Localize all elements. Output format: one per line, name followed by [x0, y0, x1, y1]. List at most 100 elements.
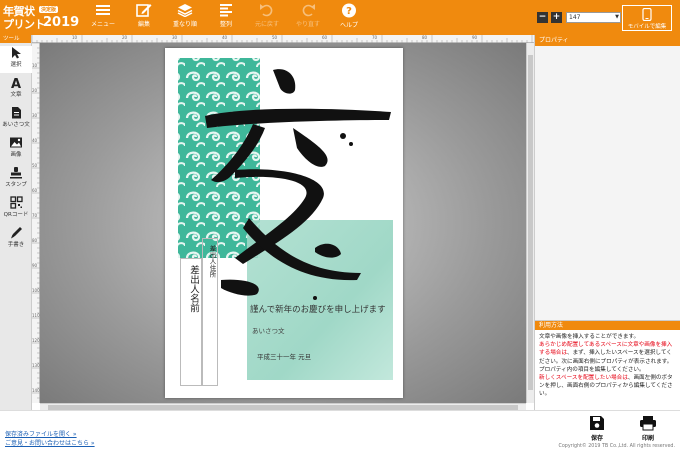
- tool-label: スタンプ: [5, 182, 27, 188]
- align-label: 整列: [219, 21, 232, 28]
- undo-button[interactable]: 元に戻す: [250, 3, 284, 33]
- contact-link[interactable]: ご意見・お問い合わせはこちら »: [5, 438, 95, 447]
- logo-line2: プリント: [3, 18, 46, 31]
- ruler-tick: 10: [72, 35, 78, 40]
- footer: 保存済みファイルを開く » ご意見・お問い合わせはこちら » 保存 印刷 Cop…: [0, 410, 680, 450]
- layers-button[interactable]: 重なり順: [168, 3, 202, 33]
- ruler-tick: 90: [32, 263, 38, 268]
- ruler-tick: 100: [32, 288, 40, 293]
- ruler-tick: 30: [172, 35, 178, 40]
- usage-header: 利用方法: [535, 320, 680, 330]
- layers-icon: [177, 4, 193, 17]
- ruler-tick: 80: [32, 238, 38, 243]
- app-logo: 年賀状 決定版 プリント 2019: [3, 3, 79, 31]
- zoom-in-button[interactable]: +: [551, 12, 562, 23]
- usage-line: 文章や画像を挿入することができます。: [539, 334, 640, 340]
- save-button[interactable]: 保存: [583, 415, 611, 442]
- tool-label: 画像: [10, 152, 22, 158]
- hamburger-icon: [96, 5, 110, 15]
- undo-label: 元に戻す: [254, 21, 279, 28]
- greeting-text[interactable]: 謹んで新年のお慶びを申し上げます: [250, 303, 386, 315]
- tool-label: QRコード: [3, 212, 29, 218]
- tool-greeting[interactable]: あいさつ文: [0, 106, 32, 133]
- scroll-thumb[interactable]: [528, 55, 533, 390]
- ruler-tick: 70: [372, 35, 378, 40]
- help-icon: ?: [342, 3, 356, 18]
- tool-handwriting[interactable]: 手書き: [0, 226, 32, 253]
- vertical-scrollbar[interactable]: [526, 43, 534, 403]
- sender-name: 差出人名前: [188, 265, 199, 313]
- tool-stamp[interactable]: スタンプ: [0, 166, 32, 193]
- tool-text[interactable]: A 文章: [0, 76, 32, 103]
- sender-name-box[interactable]: 差出人名前: [180, 258, 202, 386]
- logo-badge: 決定版: [39, 6, 59, 13]
- date-text[interactable]: 平成三十一年 元旦: [257, 351, 311, 361]
- mobile-edit-button[interactable]: モバイルで編集: [622, 5, 672, 31]
- tool-panel: ツール 選択 A 文章 あいさつ文 画像 スタンプ QRコード 手書き: [0, 35, 32, 410]
- menu-label: メニュー: [90, 21, 115, 28]
- logo-year: 2019: [43, 15, 80, 30]
- ruler-tick: 140: [32, 388, 40, 393]
- stamp-icon: [10, 167, 22, 179]
- edit-button[interactable]: 編集: [127, 3, 161, 33]
- ruler-tick: 70: [32, 213, 38, 218]
- ruler-horizontal: 10 20 30 40 50 60 70 80 90: [32, 35, 534, 43]
- tool-image[interactable]: 画像: [0, 136, 32, 163]
- tool-qrcode[interactable]: QRコード: [0, 196, 32, 223]
- svg-text:?: ?: [346, 6, 352, 17]
- redo-icon: [302, 4, 315, 17]
- ruler-tick: 50: [32, 163, 38, 168]
- ruler-tick: 110: [32, 313, 40, 318]
- tool-panel-header: ツール: [0, 35, 31, 43]
- save-icon: [590, 416, 604, 430]
- print-label: 印刷: [641, 435, 654, 442]
- tool-select[interactable]: 選択: [0, 46, 32, 73]
- usage-highlight: 新しくスペースを配置したい場合は: [539, 375, 628, 382]
- properties-header: プロパティ: [535, 35, 680, 46]
- edit-icon: [136, 4, 152, 17]
- menu-button[interactable]: メニュー: [86, 3, 120, 33]
- sender-address-box[interactable]: 差出人住所: [202, 238, 218, 386]
- ruler-vertical: 10 20 30 40 50 60 70 80 90 100 110 120 1…: [32, 43, 40, 403]
- ruler-tick: 40: [32, 138, 38, 143]
- text-icon: A: [11, 77, 21, 89]
- ruler-tick: 130: [32, 363, 40, 368]
- zoom-out-button[interactable]: −: [537, 12, 548, 23]
- edit-label: 編集: [137, 21, 150, 28]
- ruler-tick: 50: [272, 35, 278, 40]
- postcard[interactable]: 差出人名前 差出人住所 謹んで新年のお慶びを申し上げます あいさつ文 平成三十一…: [165, 48, 403, 398]
- sender-address: 差出人住所: [208, 245, 216, 278]
- save-label: 保存: [590, 435, 603, 442]
- ruler-tick: 20: [32, 88, 38, 93]
- tool-label: 手書き: [7, 242, 25, 248]
- pen-icon: [10, 227, 22, 239]
- svg-text:A: A: [11, 77, 21, 89]
- ruler-tick: 30: [32, 113, 38, 118]
- help-button[interactable]: ? ヘルプ: [332, 3, 366, 33]
- ruler-tick: 80: [422, 35, 428, 40]
- copyright-text: Copyright© 2019 TB Co.,Ltd. All rights r…: [558, 444, 675, 449]
- zoom-select[interactable]: 147 ▼: [566, 12, 621, 23]
- ruler-tick: 60: [322, 35, 328, 40]
- redo-button[interactable]: やり直す: [291, 3, 325, 33]
- image-icon: [10, 137, 22, 148]
- tool-label: あいさつ文: [2, 122, 30, 128]
- tool-label: 文章: [10, 92, 22, 98]
- help-label: ヘルプ: [339, 22, 358, 29]
- chevron-down-icon: ▼: [615, 14, 619, 20]
- greeting-placeholder[interactable]: あいさつ文: [252, 325, 285, 335]
- properties-body: [535, 46, 680, 320]
- open-saved-file-link[interactable]: 保存済みファイルを開く »: [5, 429, 77, 438]
- ruler-tick: 60: [32, 188, 38, 193]
- print-button[interactable]: 印刷: [634, 415, 662, 442]
- properties-panel: プロパティ 利用方法 文章や画像を挿入することができます。 あらかじめ配置してあ…: [534, 35, 680, 410]
- ruler-tick: 40: [222, 35, 228, 40]
- greeting-doc-icon: [12, 107, 21, 119]
- tool-label: 選択: [10, 62, 22, 68]
- undo-icon: [260, 4, 273, 17]
- cursor-icon: [12, 47, 21, 59]
- align-button[interactable]: 整列: [209, 3, 243, 33]
- smartphone-icon: [642, 8, 652, 21]
- align-icon: [220, 4, 232, 17]
- usage-instructions: 文章や画像を挿入することができます。 あらかじめ配置してあるスペースに文章や画像…: [535, 330, 680, 402]
